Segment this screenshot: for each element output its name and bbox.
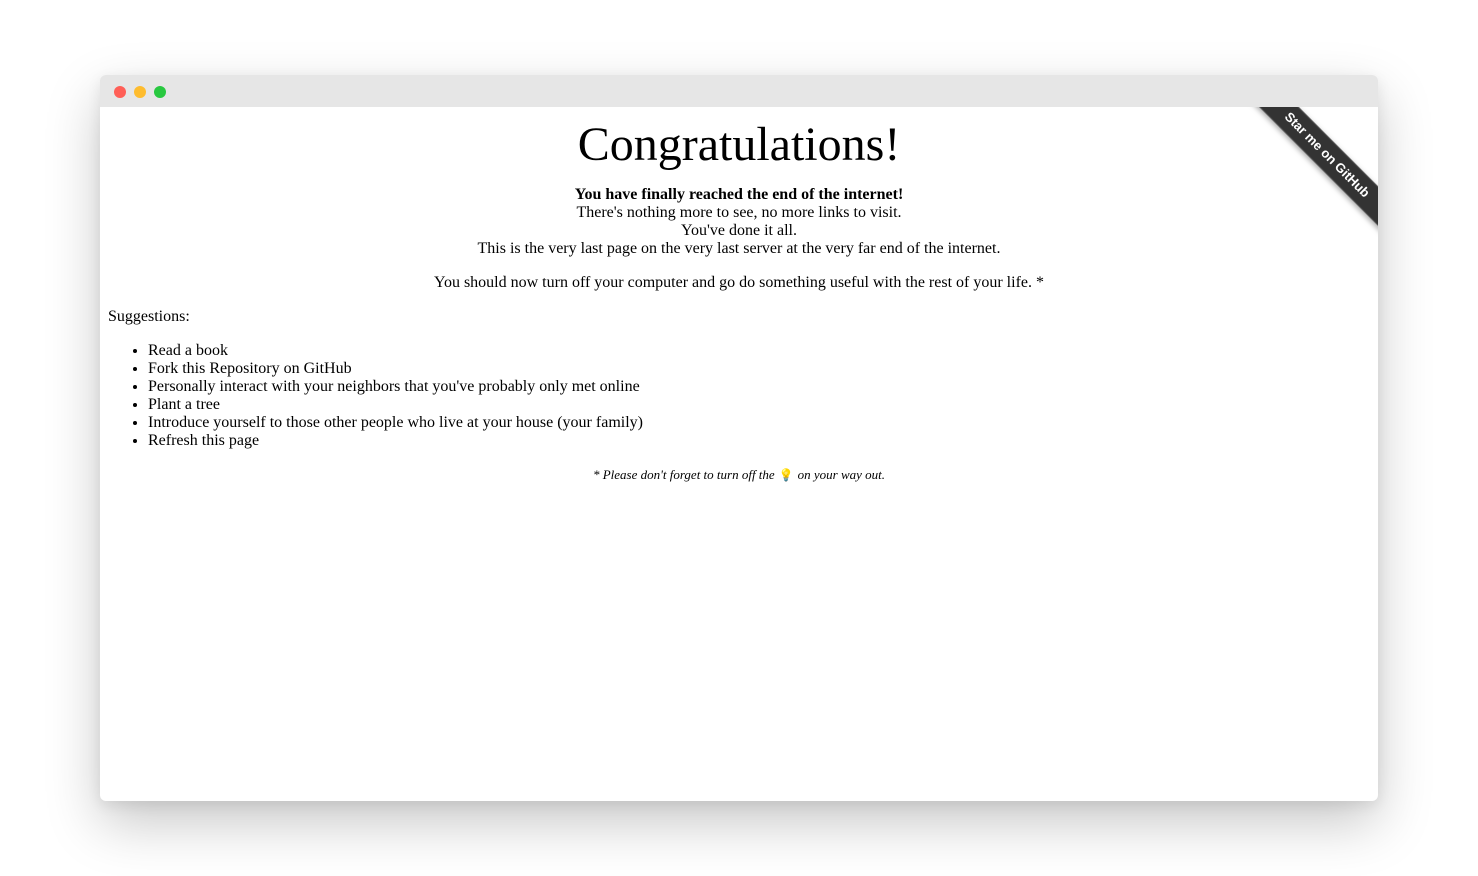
page-title: Congratulations! <box>577 118 901 171</box>
list-item: Personally interact with your neighbors … <box>148 378 643 396</box>
page-content: Congratulations! You have finally reache… <box>100 107 1378 801</box>
list-item: Plant a tree <box>148 396 643 414</box>
suggestions-label: Suggestions: <box>108 308 190 325</box>
footnote-text-before: * Please don't forget to turn off the <box>592 467 775 482</box>
browser-window: Star me on GitHub Congratulations! You h… <box>100 75 1378 801</box>
list-item: Fork this Repository on GitHub <box>148 360 643 378</box>
advice-text: You should now turn off your computer an… <box>433 274 1044 291</box>
window-titlebar <box>100 75 1378 107</box>
suggestions-list: Read a book Fork this Repository on GitH… <box>108 342 643 450</box>
intro-line: This is the very last page on the very l… <box>477 240 1001 257</box>
intro-headline: You have finally reached the end of the … <box>574 186 904 203</box>
list-item: Read a book <box>148 342 643 360</box>
list-item: Introduce yourself to those other people… <box>148 414 643 432</box>
intro-line: There's nothing more to see, no more lin… <box>576 204 902 221</box>
footnote-text-after: on your way out. <box>797 467 886 482</box>
close-window-button[interactable] <box>114 86 126 98</box>
minimize-window-button[interactable] <box>134 86 146 98</box>
lightbulb-icon: 💡 <box>778 468 794 482</box>
maximize-window-button[interactable] <box>154 86 166 98</box>
footnote: * Please don't forget to turn off the 💡 on… <box>100 467 1378 483</box>
intro-line: You've done it all. <box>681 222 797 239</box>
list-item: Refresh this page <box>148 432 643 450</box>
intro-text: You have finally reached the end of the … <box>100 186 1378 258</box>
